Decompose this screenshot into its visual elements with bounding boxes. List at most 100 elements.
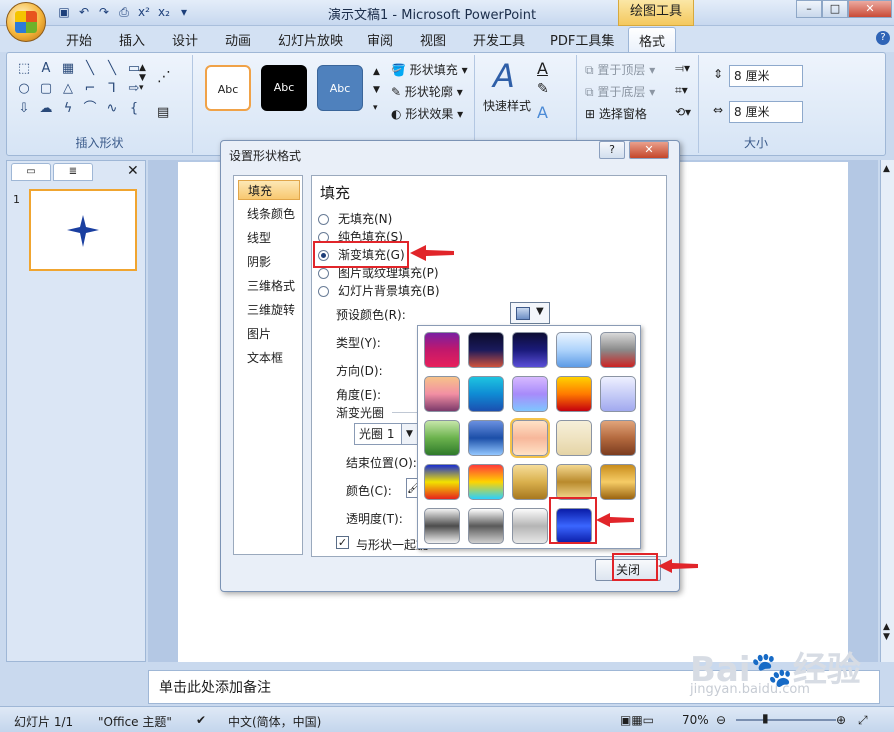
textbox-shape-icon[interactable]: ⬚ (15, 61, 33, 77)
gradient-fill-label[interactable]: 渐变填充(G) (338, 246, 405, 263)
send-to-back-button[interactable]: ⧉ 置于底层 ▾ (585, 83, 655, 100)
qat-dropdown-icon[interactable]: ▾ (176, 4, 192, 20)
preset-deep-blue[interactable] (512, 332, 548, 368)
picture-fill-label[interactable]: 图片或纹理填充(P) (338, 264, 439, 281)
no-fill-radio[interactable] (318, 214, 329, 225)
outline-tab[interactable]: ≣ (53, 163, 93, 181)
style-sample-blue[interactable]: Abc (317, 65, 363, 111)
down-arrow-icon[interactable]: ⇩ (15, 101, 33, 117)
text-fill-icon[interactable]: A (537, 59, 548, 78)
scroll-up-icon[interactable]: ▲ (883, 164, 890, 174)
preset-sky[interactable] (556, 332, 592, 368)
redo-icon[interactable]: ↷ (96, 4, 112, 20)
style-sample-orange-outline[interactable]: Abc (205, 65, 251, 111)
tab-animation[interactable]: 动画 (225, 30, 251, 49)
picture-fill-radio[interactable] (318, 268, 329, 279)
solid-fill-label[interactable]: 纯色填充(S) (338, 228, 403, 245)
arc-icon[interactable]: ⌒ (81, 101, 99, 117)
preset-silver[interactable] (512, 508, 548, 544)
superscript-icon[interactable]: x² (136, 4, 152, 20)
preset-mahogany[interactable] (600, 420, 636, 456)
minimize-button[interactable]: – (796, 0, 822, 18)
preset-gold[interactable] (512, 464, 548, 500)
preset-parchment[interactable] (556, 420, 592, 456)
triangle-shape-icon[interactable]: △ (59, 81, 77, 97)
group-icon[interactable]: ⌗▾ (675, 83, 688, 98)
styles-scroll-icon[interactable]: ▲ ▼ ▾ (373, 63, 380, 117)
preset-rainbow[interactable] (424, 464, 460, 500)
line-shape-icon[interactable]: ╲ (81, 61, 99, 77)
shape-fill-button[interactable]: 🪣 形状填充 ▾ (391, 61, 468, 78)
category-fill[interactable]: 填充 (238, 180, 300, 200)
solid-fill-radio[interactable] (318, 232, 329, 243)
table-shape-icon[interactable]: ▦ (59, 61, 77, 77)
preset-sunset[interactable] (424, 376, 460, 412)
preset-chrome-2[interactable] (468, 508, 504, 544)
wordart-a-icon[interactable]: A (493, 57, 515, 95)
preset-rainbow-2[interactable] (468, 464, 504, 500)
close-panel-icon[interactable]: ✕ (127, 163, 139, 179)
view-buttons[interactable]: ▣▦▭ (620, 713, 654, 727)
cloud-icon[interactable]: ☁ (37, 101, 55, 117)
rounded-rect-icon[interactable]: ▢ (37, 81, 55, 97)
preset-horizon[interactable] (468, 420, 504, 456)
category-picture[interactable]: 图片 (238, 324, 300, 344)
oval-shape-icon[interactable]: ○ (15, 81, 33, 97)
preset-moss[interactable] (424, 420, 460, 456)
category-3d-format[interactable]: 三维格式 (238, 276, 300, 296)
slides-tab[interactable]: ▭ (11, 163, 51, 181)
selection-pane-button[interactable]: ⊞ 选择窗格 (585, 105, 647, 122)
spellcheck-icon[interactable]: ✔ (196, 713, 206, 727)
preset-chrome[interactable] (424, 508, 460, 544)
print-preview-icon[interactable]: ⎙ (116, 4, 132, 20)
fit-window-icon[interactable]: ⤢ (858, 713, 868, 728)
rotate-icon[interactable]: ⟲▾ (675, 105, 691, 119)
help-icon[interactable]: ? (876, 31, 890, 45)
align-icon[interactable]: ⫤▾ (675, 61, 690, 76)
bent-arrow-icon[interactable]: ⅂ (103, 81, 121, 97)
no-fill-label[interactable]: 无填充(N) (338, 210, 392, 227)
undo-icon[interactable]: ↶ (76, 4, 92, 20)
maximize-button[interactable]: □ (822, 0, 848, 18)
scroll-page-icon[interactable]: ▲ ▼ (883, 622, 890, 642)
text-outline-icon[interactable]: ✎ (537, 81, 549, 97)
quick-styles-button[interactable]: 快速样式 (483, 97, 531, 114)
elbow-connector-icon[interactable]: ⌐ (81, 81, 99, 97)
preset-ocean[interactable] (468, 376, 504, 412)
category-line-style[interactable]: 线型 (238, 228, 300, 248)
preset-sapphire[interactable] (556, 508, 592, 544)
category-textbox[interactable]: 文本框 (238, 348, 300, 368)
preset-peach[interactable] (512, 420, 548, 456)
tab-view[interactable]: 视图 (420, 30, 446, 49)
curve-icon[interactable]: ∿ (103, 101, 121, 117)
preset-red-purple[interactable] (424, 332, 460, 368)
tab-design[interactable]: 设计 (172, 30, 198, 49)
preset-silver-red[interactable] (600, 332, 636, 368)
subscript-icon[interactable]: x₂ (156, 4, 172, 20)
bring-to-front-button[interactable]: ⧉ 置于顶层 ▾ (585, 61, 655, 78)
brace-icon[interactable]: { (125, 101, 143, 117)
tab-developer[interactable]: 开发工具 (473, 30, 525, 49)
zoom-out-icon[interactable]: ⊖ (716, 713, 726, 727)
tab-slideshow[interactable]: 幻灯片放映 (278, 30, 343, 49)
zoom-thumb[interactable]: ▮ (762, 711, 769, 725)
category-shadow[interactable]: 阴影 (238, 252, 300, 272)
shape-height-input[interactable]: 8 厘米 (729, 65, 803, 87)
shape-width-input[interactable]: 8 厘米 (729, 101, 803, 123)
shape-effects-button[interactable]: ◐ 形状效果 ▾ (391, 105, 463, 122)
text-effects-icon[interactable]: A (537, 103, 548, 122)
textbox-a-icon[interactable]: A (37, 61, 55, 77)
preset-light-periwinkle[interactable] (600, 376, 636, 412)
category-line-color[interactable]: 线条颜色 (238, 204, 300, 224)
preset-lavender[interactable] (512, 376, 548, 412)
line2-shape-icon[interactable]: ╲ (103, 61, 121, 77)
gradient-stop-select[interactable]: 光圈 1 ▼ (354, 423, 418, 445)
gallery-scroll-icon[interactable]: ▲ ▼ ▾ (139, 63, 146, 93)
style-sample-black[interactable]: Abc (261, 65, 307, 111)
background-fill-radio[interactable] (318, 286, 329, 297)
close-window-button[interactable]: ✕ (848, 0, 892, 18)
preset-night-sunset[interactable] (468, 332, 504, 368)
text-box-icon[interactable]: ▤ (157, 105, 169, 120)
edit-shape-icon[interactable]: ⋰ (157, 69, 171, 85)
preset-gold-2[interactable] (556, 464, 592, 500)
